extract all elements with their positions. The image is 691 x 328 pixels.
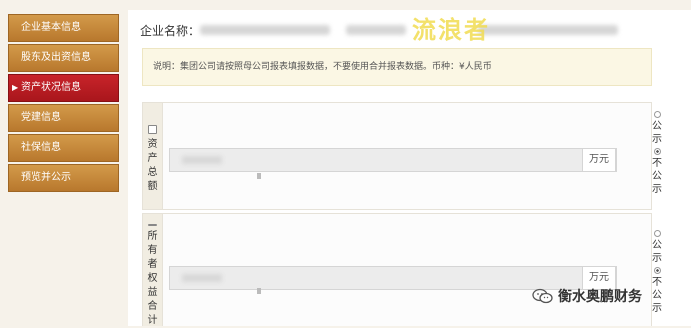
sidebar-item-basic-info[interactable]: 企业基本信息 xyxy=(8,14,119,42)
active-arrow-icon: ▶ xyxy=(12,83,19,92)
sidebar-item-label: 股东及出资信息 xyxy=(21,52,91,63)
field-checkbox[interactable] xyxy=(148,224,157,226)
sidebar-item-party[interactable]: 党建信息 xyxy=(8,104,119,132)
sidebar-item-label: 企业基本信息 xyxy=(21,22,81,33)
radio-public[interactable] xyxy=(653,111,661,118)
radio-label: 公示 xyxy=(652,240,662,264)
company-name-redacted xyxy=(478,25,618,35)
decoration-mark xyxy=(257,173,261,179)
company-name-row: 企业名称： xyxy=(140,22,200,39)
sidebar-item-label: 党建信息 xyxy=(21,112,61,123)
company-name-redacted xyxy=(200,25,330,35)
field-total-assets: 资产总额 万元 公示 不公示 xyxy=(142,102,662,210)
sidebar-nav: 企业基本信息 股东及出资信息 ▶ 资产状况信息 党建信息 社保信息 预览并公示 xyxy=(8,14,119,194)
watermark-text: 流浪者 xyxy=(412,15,490,44)
unit-label: 万元 xyxy=(582,148,616,172)
main-panel: 企业名称： 流浪者 说明：集团公司请按照母公司报表填报数据，不要使用合并报表数据… xyxy=(128,10,691,326)
radio-not-public[interactable] xyxy=(653,148,661,155)
company-name-label: 企业名称： xyxy=(140,24,201,38)
radio-not-public[interactable] xyxy=(653,267,661,274)
radio-public[interactable] xyxy=(653,230,661,237)
sidebar-item-label: 社保信息 xyxy=(21,142,61,153)
sidebar-item-label: 资产状况信息 xyxy=(21,82,81,93)
field-owners-equity: 所有者权益合计 万元 公示 不公示 xyxy=(142,213,662,326)
field-checkbox[interactable] xyxy=(148,125,157,134)
brand-name: 衡水奥鹏财务 xyxy=(558,289,642,305)
field-label: 资产总额 xyxy=(147,139,158,192)
sidebar-item-shareholders[interactable]: 股东及出资信息 xyxy=(8,44,119,72)
field-label-column: 资产总额 xyxy=(143,103,163,209)
input-value-redacted xyxy=(182,156,222,164)
visibility-radio-group: 公示 不公示 xyxy=(648,109,666,196)
sidebar-item-preview-publish[interactable]: 预览并公示 xyxy=(8,164,119,192)
radio-label: 公示 xyxy=(652,121,662,145)
sidebar-item-assets[interactable]: ▶ 资产状况信息 xyxy=(8,74,119,102)
radio-label: 不公示 xyxy=(652,277,662,314)
field-label: 所有者权益合计 xyxy=(147,231,158,326)
input-value-redacted xyxy=(182,274,222,282)
company-name-redacted xyxy=(346,25,406,35)
sidebar-item-label: 预览并公示 xyxy=(21,172,71,183)
sidebar-item-social-security[interactable]: 社保信息 xyxy=(8,134,119,162)
notice-text: 说明：集团公司请按照母公司报表填报数据，不要使用合并报表数据。币种：¥人民币 xyxy=(153,62,492,72)
radio-label: 不公示 xyxy=(652,158,662,195)
decoration-mark xyxy=(257,288,261,294)
total-assets-input[interactable]: 万元 xyxy=(169,148,617,172)
wechat-icon xyxy=(532,288,553,304)
visibility-radio-group: 公示 不公示 xyxy=(648,228,666,315)
field-label-column: 所有者权益合计 xyxy=(143,214,163,326)
brand-badge: 衡水奥鹏财务 xyxy=(532,286,642,306)
notice-box: 说明：集团公司请按照母公司报表填报数据，不要使用合并报表数据。币种：¥人民币 xyxy=(142,48,652,86)
